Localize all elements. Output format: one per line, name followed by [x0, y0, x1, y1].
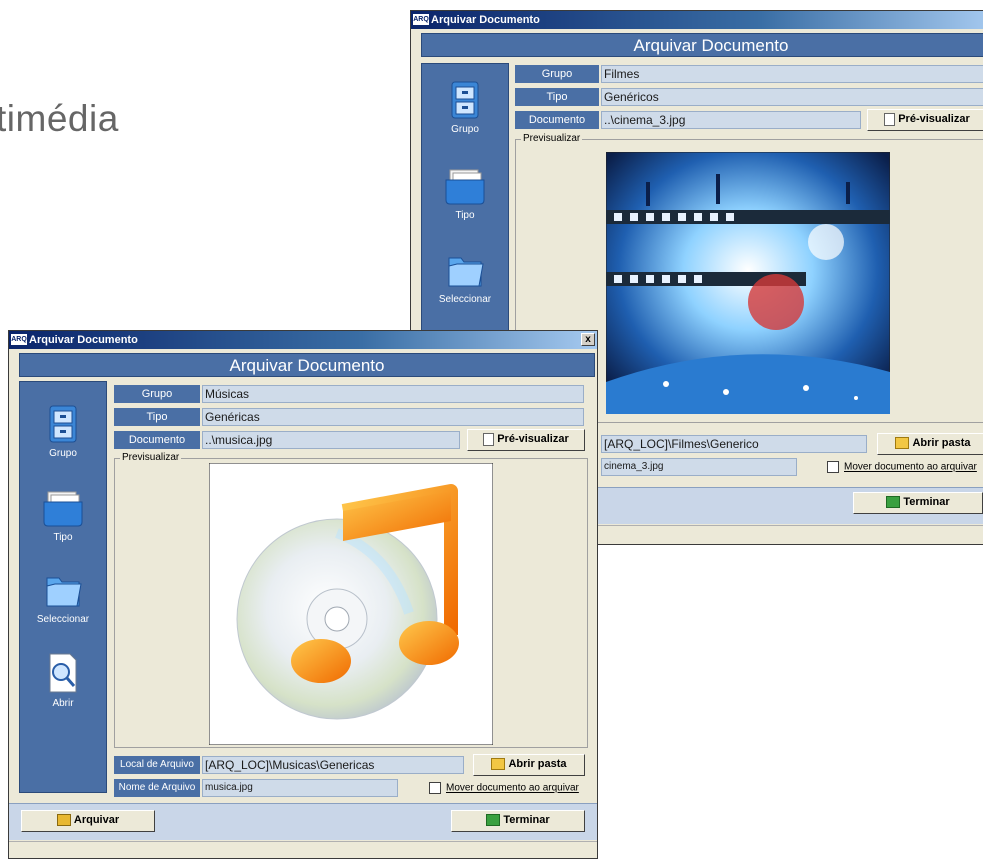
sidebar-item-label: Seleccionar: [36, 614, 90, 625]
sidebar-item-seleccionar[interactable]: Seleccionar: [422, 252, 508, 305]
preview-group: Previsualizar: [114, 452, 588, 748]
sidebar: Grupo Tipo Seleccionar: [421, 63, 509, 343]
close-button[interactable]: x: [581, 333, 595, 346]
folder-stack-icon: [445, 169, 485, 205]
front-window: ARQ Arquivar Documento x Arquivar Documen…: [8, 330, 598, 859]
sidebar-item-grupo[interactable]: Grupo: [20, 404, 106, 459]
terminar-button[interactable]: Terminar: [451, 810, 585, 832]
magnifier-document-icon: [49, 653, 77, 693]
nome-field[interactable]: cinema_3.jpg: [601, 458, 797, 476]
sidebar-item-label: Abrir: [52, 698, 74, 709]
abrir-pasta-button[interactable]: Abrir pasta: [473, 754, 585, 776]
sidebar-item-label: Grupo: [49, 448, 77, 459]
grupo-label: Grupo: [515, 65, 599, 83]
sidebar: Grupo Tipo Seleccionar Abrir: [19, 381, 107, 793]
documento-field[interactable]: ..\musica.jpg: [202, 431, 460, 449]
tipo-label: Tipo: [515, 88, 599, 106]
checkbox-box[interactable]: [429, 782, 441, 794]
cinema-preview-image: [606, 152, 890, 414]
open-folder-icon: [895, 437, 910, 450]
mover-checkbox[interactable]: Mover documento ao arquivar: [429, 782, 579, 794]
window-title: Arquivar Documento: [29, 334, 138, 346]
exit-icon: [486, 814, 501, 827]
status-bar: [9, 841, 597, 858]
preview-button[interactable]: Pré-visualizar: [867, 109, 983, 131]
sidebar-item-label: Grupo: [451, 124, 479, 135]
document-icon: [884, 112, 896, 126]
cabinet-icon: [451, 81, 479, 119]
back-titlebar[interactable]: ARQ Arquivar Documento: [411, 11, 983, 29]
folder-icon: [448, 257, 484, 287]
dialog-header: Arquivar Documento: [19, 353, 595, 377]
tipo-label: Tipo: [114, 408, 200, 426]
cabinet-icon: [49, 405, 77, 443]
sidebar-item-label: Seleccionar: [438, 294, 492, 305]
nome-label: Nome de Arquivo: [114, 779, 200, 797]
tipo-field[interactable]: Genéricos: [601, 88, 983, 106]
grupo-field[interactable]: Músicas: [202, 385, 584, 403]
sidebar-item-tipo[interactable]: Tipo: [20, 488, 106, 543]
terminar-button[interactable]: Terminar: [853, 492, 983, 514]
open-folder-icon: [491, 758, 506, 771]
nome-field[interactable]: musica.jpg: [202, 779, 398, 797]
app-logo-icon: ARQ: [413, 14, 429, 25]
arquivar-button[interactable]: Arquivar: [21, 810, 155, 832]
window-title: Arquivar Documento: [431, 14, 540, 26]
abrir-pasta-button[interactable]: Abrir pasta: [877, 433, 983, 455]
preview-button[interactable]: Pré-visualizar: [467, 429, 585, 451]
music-preview-image: [209, 463, 493, 745]
folder-stack-icon: [43, 491, 83, 527]
folder-icon: [46, 577, 82, 607]
sidebar-item-abrir[interactable]: Abrir: [20, 652, 106, 709]
sidebar-item-grupo[interactable]: Grupo: [422, 80, 508, 135]
sidebar-item-label: Tipo: [53, 532, 73, 543]
documento-label: Documento: [515, 111, 599, 129]
local-label: Local de Arquivo: [114, 756, 200, 774]
tipo-field[interactable]: Genéricas: [202, 408, 584, 426]
document-icon: [483, 432, 495, 446]
app-logo-icon: ARQ: [11, 334, 27, 345]
archive-icon: [56, 814, 71, 827]
documento-label: Documento: [114, 431, 200, 449]
preview-legend: Previsualizar: [120, 452, 182, 463]
preview-legend: Previsualizar: [521, 133, 583, 144]
sidebar-item-tipo[interactable]: Tipo: [422, 166, 508, 221]
checkbox-box[interactable]: [827, 461, 839, 473]
local-field[interactable]: [ARQ_LOC]\Filmes\Generico: [601, 435, 867, 453]
dialog-header: Arquivar Documento: [421, 33, 983, 57]
mover-checkbox[interactable]: Mover documento ao arquivar: [827, 461, 977, 473]
slide-title-fragment: timédia: [0, 98, 119, 139]
sidebar-item-seleccionar[interactable]: Seleccionar: [20, 572, 106, 625]
documento-field[interactable]: ..\cinema_3.jpg: [601, 111, 861, 129]
front-titlebar[interactable]: ARQ Arquivar Documento x: [9, 331, 597, 349]
grupo-label: Grupo: [114, 385, 200, 403]
grupo-field[interactable]: Filmes: [601, 65, 983, 83]
local-field[interactable]: [ARQ_LOC]\Musicas\Genericas: [202, 756, 464, 774]
exit-icon: [886, 496, 901, 509]
sidebar-item-label: Tipo: [455, 210, 475, 221]
